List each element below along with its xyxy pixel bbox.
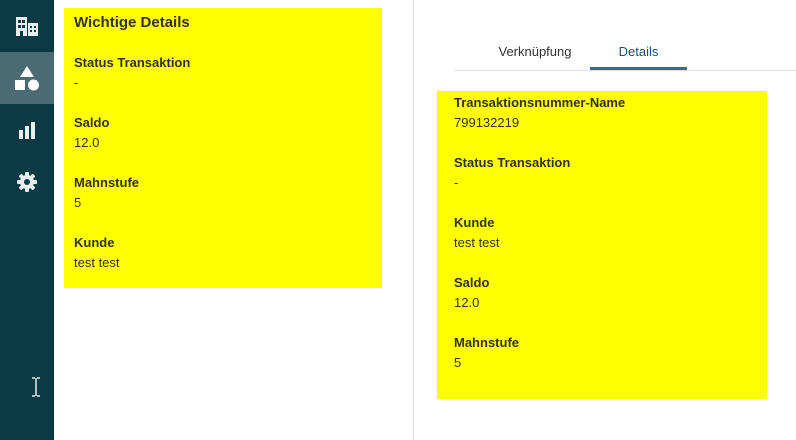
field-label-mahnstufe: Mahnstufe	[454, 335, 519, 350]
tab-bar-baseline	[454, 70, 796, 71]
nav-item-shapes[interactable]	[0, 52, 54, 104]
field-value-mahnstufe: 5	[454, 355, 462, 370]
nav-item-buildings[interactable]	[0, 0, 54, 52]
field-label-saldo: Saldo	[74, 115, 110, 130]
nav-item-settings[interactable]	[0, 156, 54, 208]
field-value-mahnstufe: 5	[74, 195, 82, 210]
field-value-saldo: 12.0	[74, 135, 100, 150]
field-value-kunde: test test	[454, 235, 500, 250]
tab-verknuepfung[interactable]: Verknüpfung	[472, 40, 598, 70]
card-title: Wichtige Details	[74, 14, 190, 31]
text-cursor-icon	[32, 377, 40, 397]
gear-icon	[17, 172, 37, 192]
field-value-status: -	[454, 175, 459, 190]
bar-chart-icon	[19, 122, 35, 139]
field-label-kunde: Kunde	[454, 215, 495, 230]
tab-details[interactable]: Details	[590, 40, 687, 70]
field-label-mahnstufe: Mahnstufe	[74, 175, 139, 190]
sidebar	[0, 0, 54, 440]
tab-selected-indicator	[590, 67, 687, 70]
field-value-kunde: test test	[74, 255, 120, 270]
pane-divider	[413, 0, 414, 440]
important-details-card: Wichtige Details Status Transaktion - Sa…	[64, 8, 382, 288]
shapes-icon	[15, 66, 39, 91]
field-label-status: Status Transaktion	[74, 55, 191, 70]
field-label-status: Status Transaktion	[454, 155, 571, 170]
nav-item-reports[interactable]	[0, 104, 54, 156]
building-icon	[16, 17, 38, 36]
field-value-transaktionsnummer: 799132219	[454, 115, 520, 130]
field-label-kunde: Kunde	[74, 235, 115, 250]
field-value-status: -	[74, 75, 79, 90]
field-label-saldo: Saldo	[454, 275, 490, 290]
field-value-saldo: 12.0	[454, 295, 480, 310]
field-label-transaktionsnummer: Transaktionsnummer-Name	[454, 95, 626, 110]
details-card: Transaktionsnummer-Name 799132219 Status…	[437, 91, 767, 399]
